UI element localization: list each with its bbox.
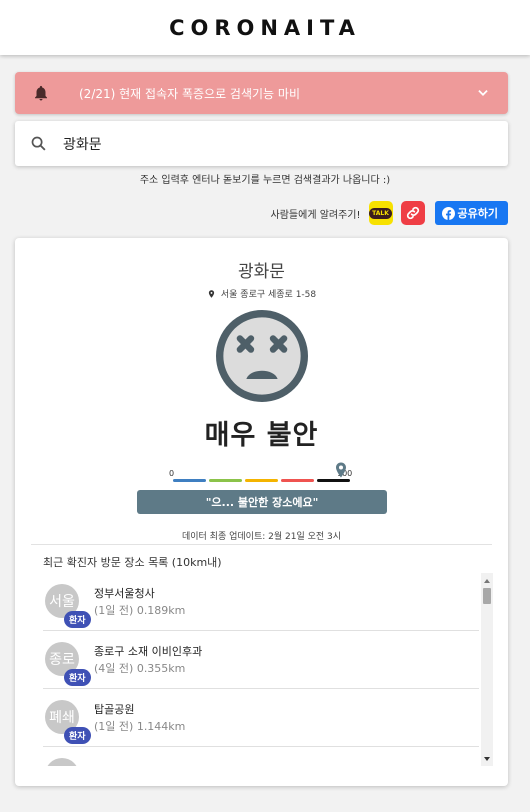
meter-segment-5 (317, 479, 350, 482)
address-text: 서울 종로구 세종로 1-58 (220, 290, 317, 300)
search-icon[interactable] (30, 135, 47, 152)
search-bar (15, 121, 508, 166)
meter-segment-3 (245, 479, 278, 482)
list-item[interactable] (43, 747, 479, 766)
meter-segment-2 (209, 479, 242, 482)
list-scrollbar[interactable] (481, 573, 493, 766)
share-row: 사람들에게 알려주기! TALK 공유하기 (271, 201, 508, 225)
patient-badge: 환자 (64, 727, 91, 744)
result-card: 광화문 서울 종로구 세종로 1-58 매우 불안 0 100 "으... 불안… (15, 238, 508, 786)
patient-badge: 환자 (64, 669, 91, 686)
meter-marker-icon (336, 462, 347, 478)
risk-message: "으... 불안한 장소에요" (137, 490, 387, 514)
place-name: 정부서울청사 (94, 587, 155, 600)
risk-meter: 0 100 (169, 462, 355, 486)
search-hint: 주소 입력후 엔터나 돋보기를 누르면 검색결과가 나옵니다 :) (139, 175, 391, 186)
meter-min-label: 0 (169, 469, 175, 478)
copy-link-button[interactable] (400, 201, 425, 225)
scroll-up-arrow-icon[interactable] (484, 579, 490, 583)
risk-level: 매우 불안 (204, 420, 319, 451)
nearby-place-list[interactable]: 서울 환자 정부서울청사 (1일 전) 0.189km 종로 환자 종로구 소재… (43, 573, 495, 766)
avatar (45, 758, 79, 766)
place-meta: (4일 전) 0.355km (94, 662, 186, 675)
list-item[interactable]: 서울 환자 정부서울청사 (1일 전) 0.189km (43, 573, 479, 631)
data-updated-text: 데이터 최종 업데이트: 2월 21일 오전 3시 (181, 532, 342, 542)
facebook-share-label: 공유하기 (457, 207, 498, 220)
scroll-down-arrow-icon[interactable] (484, 757, 490, 761)
brand-logo-text[interactable]: CORONAITA (169, 16, 361, 40)
place-name: 종로구 소재 이비인후과 (94, 645, 203, 658)
nearby-list-title: 최근 확진자 방문 장소 목록 (10km내) (43, 556, 222, 569)
notice-banner[interactable]: (2/21) 현재 접속자 폭증으로 검색기능 마비 (15, 72, 508, 114)
patient-badge: 환자 (64, 611, 91, 628)
facebook-share-button[interactable]: 공유하기 (434, 201, 508, 225)
list-item[interactable]: 종로 환자 종로구 소재 이비인후과 (4일 전) 0.355km (43, 631, 479, 689)
bell-icon (35, 85, 47, 101)
search-input[interactable] (63, 135, 483, 152)
meter-segment-1 (173, 479, 206, 482)
map-pin-icon (208, 289, 214, 298)
share-label: 사람들에게 알려주기! (270, 209, 361, 221)
kakao-talk-icon: TALK (369, 207, 392, 219)
notice-text: (2/21) 현재 접속자 폭증으로 검색기능 마비 (79, 86, 300, 101)
kakao-share-button[interactable]: TALK (368, 201, 393, 225)
place-meta: (1일 전) 1.144km (94, 720, 186, 733)
list-item[interactable]: 폐쇄 환자 탑골공원 (1일 전) 1.144km (43, 689, 479, 747)
place-address: 서울 종로구 세종로 1-58 (15, 287, 508, 300)
dizzy-face-icon (216, 310, 308, 402)
place-title: 광화문 (238, 262, 285, 282)
link-icon (406, 206, 419, 220)
scrollbar-thumb[interactable] (483, 588, 491, 604)
meter-segment-4 (281, 479, 314, 482)
facebook-icon (441, 206, 455, 220)
top-app-bar: CORONAITA (0, 0, 530, 55)
divider (31, 544, 492, 545)
place-name: 탑골공원 (94, 703, 135, 716)
chevron-down-icon[interactable] (476, 86, 490, 100)
place-meta: (1일 전) 0.189km (94, 604, 186, 617)
